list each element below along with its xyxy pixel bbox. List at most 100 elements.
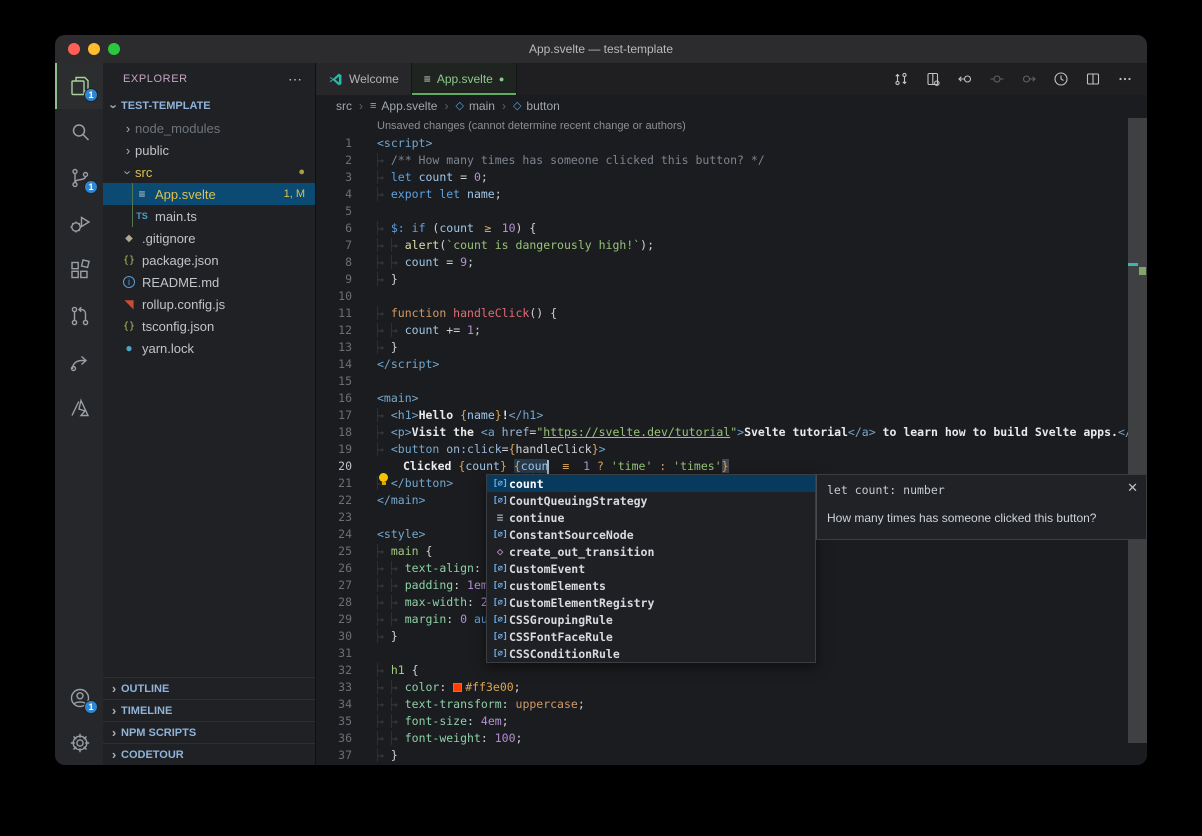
breadcrumb-item-src[interactable]: src (336, 99, 352, 113)
line-number[interactable]: 16 (316, 390, 352, 407)
code-line-8[interactable]: 8→ → count = 9; (316, 254, 1128, 271)
zoom-button[interactable] (108, 43, 120, 55)
suggestion-CustomEvent[interactable]: [∅]CustomEvent (487, 560, 815, 577)
sidebar-item-explorer[interactable]: 1 (55, 63, 103, 109)
previous-change-button[interactable] (957, 71, 973, 87)
explorer-item-README.md[interactable]: iREADME.md (103, 271, 315, 293)
suggestion-CSSConditionRule[interactable]: [∅]CSSConditionRule (487, 645, 815, 662)
explorer-item-rollup.config.js[interactable]: ◥rollup.config.js (103, 293, 315, 315)
panel-outline[interactable]: ›OUTLINE (103, 677, 315, 699)
line-number[interactable]: 35 (316, 713, 352, 730)
close-icon[interactable]: ✕ (1127, 480, 1138, 496)
chevron-right-icon[interactable]: › (121, 121, 135, 136)
title-bar[interactable]: App.svelte — test-template (55, 35, 1147, 63)
code-line-18[interactable]: 18→ <p>Visit the <a href="https://svelte… (316, 424, 1128, 441)
open-changes-button[interactable] (925, 71, 941, 87)
compare-changes-button[interactable] (893, 71, 909, 87)
scrollbar-thumb[interactable] (1128, 118, 1147, 743)
more-actions-button[interactable] (1117, 71, 1133, 87)
code-line-1[interactable]: 1<script> (316, 135, 1128, 152)
sidebar-item-azure[interactable] (55, 385, 103, 431)
chevron-right-icon[interactable]: › (121, 143, 135, 158)
code-line-9[interactable]: 9→ } (316, 271, 1128, 288)
line-number[interactable]: 21 (316, 475, 352, 492)
minimize-button[interactable] (88, 43, 100, 55)
close-button[interactable] (68, 43, 80, 55)
line-number[interactable]: 6 (316, 220, 352, 237)
line-number[interactable]: 36 (316, 730, 352, 747)
suggestion-ConstantSourceNode[interactable]: [∅]ConstantSourceNode (487, 526, 815, 543)
line-number[interactable]: 13 (316, 339, 352, 356)
sidebar-item-extensions[interactable] (55, 247, 103, 293)
code-line-11[interactable]: 11→ function handleClick() { (316, 305, 1128, 322)
line-number[interactable]: 18 (316, 424, 352, 441)
explorer-root-folder[interactable]: › TEST-TEMPLATE (103, 95, 315, 117)
code-line-36[interactable]: 36→ → font-weight: 100; (316, 730, 1128, 747)
line-number[interactable]: 30 (316, 628, 352, 645)
sidebar-item-github-pull-requests[interactable] (55, 293, 103, 339)
sidebar-item-search[interactable] (55, 109, 103, 155)
explorer-item-node_modules[interactable]: ›node_modules (103, 117, 315, 139)
suggestion-CSSFontFaceRule[interactable]: [∅]CSSFontFaceRule (487, 628, 815, 645)
run-button[interactable] (1053, 71, 1069, 87)
code-line-5[interactable]: 5 (316, 203, 1128, 220)
line-number[interactable]: 26 (316, 560, 352, 577)
line-number[interactable]: 3 (316, 169, 352, 186)
line-number[interactable]: 22 (316, 492, 352, 509)
line-number[interactable]: 8 (316, 254, 352, 271)
line-number[interactable]: 33 (316, 679, 352, 696)
line-number[interactable]: 32 (316, 662, 352, 679)
sidebar-item-source-control[interactable]: 1 (55, 155, 103, 201)
line-number[interactable]: 14 (316, 356, 352, 373)
code-line-17[interactable]: 17→ <h1>Hello {name}!</h1> (316, 407, 1128, 424)
line-number[interactable]: 5 (316, 203, 352, 220)
line-number[interactable]: 2 (316, 152, 352, 169)
code-editor[interactable]: Unsaved changes (cannot determine recent… (316, 116, 1128, 765)
accounts-button[interactable]: 1 (55, 675, 103, 721)
code-line-12[interactable]: 12→ → count += 1; (316, 322, 1128, 339)
line-number[interactable]: 1 (316, 135, 352, 152)
explorer-item-yarn.lock[interactable]: ●yarn.lock (103, 337, 315, 359)
current-change-button[interactable] (989, 71, 1005, 87)
line-number[interactable]: 31 (316, 645, 352, 662)
explorer-actions-icon[interactable]: ⋯ (288, 71, 303, 88)
settings-button[interactable] (55, 721, 103, 765)
explorer-item-public[interactable]: ›public (103, 139, 315, 161)
line-number[interactable]: 7 (316, 237, 352, 254)
code-line-32[interactable]: 32→ h1 { (316, 662, 1128, 679)
explorer-item-main.ts[interactable]: TSmain.ts (103, 205, 315, 227)
line-number[interactable]: 25 (316, 543, 352, 560)
suggestion-CSSGroupingRule[interactable]: [∅]CSSGroupingRule (487, 611, 815, 628)
explorer-item-.gitignore[interactable]: ◆.gitignore (103, 227, 315, 249)
breadcrumb-item-button[interactable]: ◇button (513, 99, 560, 113)
suggestion-CountQueuingStrategy[interactable]: [∅]CountQueuingStrategy (487, 492, 815, 509)
panel-codetour[interactable]: ›CODETOUR (103, 743, 315, 765)
chevron-down-icon[interactable]: › (121, 165, 136, 179)
line-number[interactable]: 19 (316, 441, 352, 458)
code-line-4[interactable]: 4→ export let name; (316, 186, 1128, 203)
dirty-indicator-icon[interactable]: ● (499, 74, 504, 84)
line-number[interactable]: 29 (316, 611, 352, 628)
code-line-20[interactable]: 20Clicked {count} {coun ≡ 1 ? 'time' : '… (316, 458, 1128, 475)
line-number[interactable]: 20 (316, 458, 352, 475)
code-line-13[interactable]: 13→ } (316, 339, 1128, 356)
sidebar-item-live-share[interactable] (55, 339, 103, 385)
code-line-14[interactable]: 14</script> (316, 356, 1128, 373)
explorer-item-App.svelte[interactable]: ≡App.svelte1, M (103, 183, 315, 205)
next-change-button[interactable] (1021, 71, 1037, 87)
line-number[interactable]: 12 (316, 322, 352, 339)
line-number[interactable]: 15 (316, 373, 352, 390)
breadcrumb-item-App.svelte[interactable]: ≡App.svelte (370, 99, 437, 113)
suggestion-CustomElementRegistry[interactable]: [∅]CustomElementRegistry (487, 594, 815, 611)
color-swatch[interactable] (453, 683, 462, 692)
line-number[interactable]: 34 (316, 696, 352, 713)
line-number[interactable]: 10 (316, 288, 352, 305)
line-number[interactable]: 24 (316, 526, 352, 543)
code-line-10[interactable]: 10 (316, 288, 1128, 305)
sidebar-item-run-debug[interactable] (55, 201, 103, 247)
panel-npm-scripts[interactable]: ›NPM SCRIPTS (103, 721, 315, 743)
line-number[interactable]: 17 (316, 407, 352, 424)
breadcrumb-item-main[interactable]: ◇main (455, 99, 494, 113)
line-number[interactable]: 4 (316, 186, 352, 203)
explorer-item-tsconfig.json[interactable]: {}tsconfig.json (103, 315, 315, 337)
